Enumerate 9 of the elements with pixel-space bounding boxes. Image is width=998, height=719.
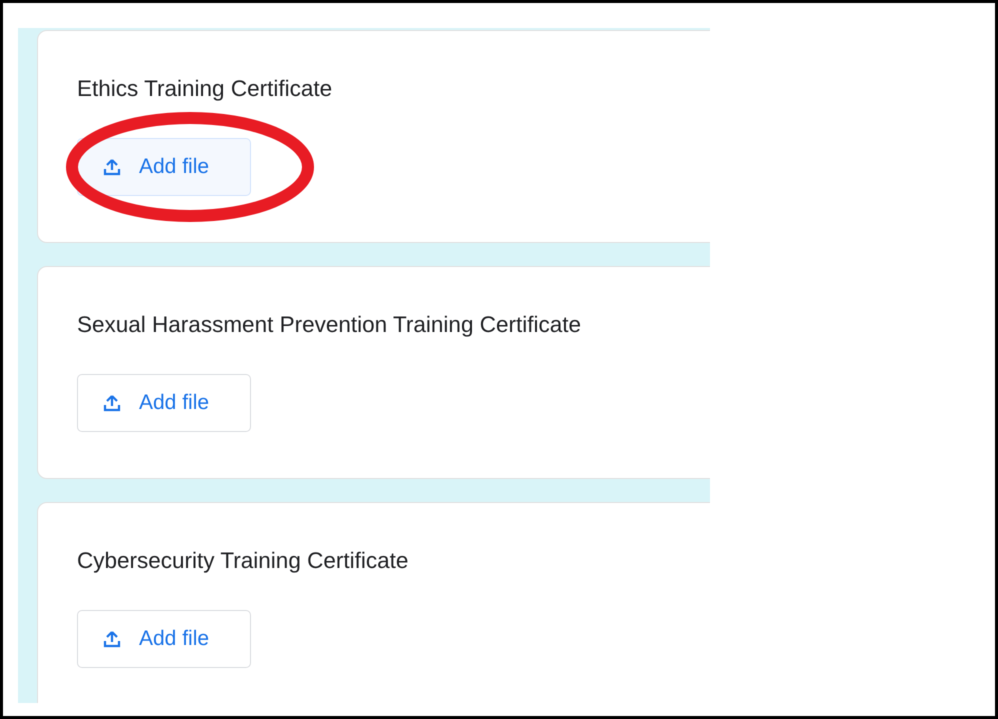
- question-title: Sexual Harassment Prevention Training Certificate: [77, 311, 582, 339]
- add-file-button[interactable]: Add file: [77, 374, 251, 432]
- upload-icon: [103, 630, 121, 648]
- add-file-button[interactable]: Add file: [77, 138, 251, 196]
- upload-icon: [103, 158, 121, 176]
- upload-icon: [103, 394, 121, 412]
- question-title: Cybersecurity Training Certificate: [77, 547, 410, 575]
- add-file-button[interactable]: Add file: [77, 610, 251, 668]
- question-title: Ethics Training Certificate: [77, 75, 334, 103]
